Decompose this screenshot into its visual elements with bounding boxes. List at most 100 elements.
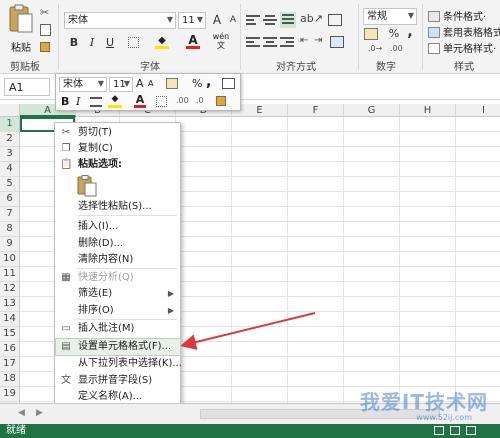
select-all-corner[interactable] — [0, 104, 20, 117]
row-header-8[interactable]: 8 — [0, 222, 20, 237]
column-header-g[interactable]: G — [344, 104, 400, 117]
decrease-decimal-icon[interactable]: .00 — [390, 44, 403, 53]
row-header-6[interactable]: 6 — [0, 192, 20, 207]
phonetic-button[interactable]: wén 文 — [212, 32, 230, 50]
separator — [240, 4, 241, 70]
cell-style-button[interactable]: 单元格样式· — [428, 40, 496, 55]
row-header-5[interactable]: 5 — [0, 177, 20, 192]
mini-decimal-icon[interactable]: .00 — [176, 96, 189, 105]
mini-format-icon[interactable] — [222, 78, 235, 89]
row-header-3[interactable]: 3 — [0, 147, 20, 162]
align-right-icon[interactable] — [280, 37, 294, 49]
view-pagebreak-icon[interactable] — [466, 426, 476, 435]
menu-item-copy[interactable]: ❐ 复制(C) — [56, 141, 180, 157]
mini-decrease-font-icon[interactable]: A — [148, 79, 153, 88]
copy-icon[interactable] — [40, 24, 51, 36]
mini-align-center-icon[interactable] — [90, 97, 102, 107]
column-header-f[interactable]: F — [288, 104, 344, 117]
borders-icon[interactable] — [128, 37, 139, 48]
menu-item-insert[interactable]: 插入(I)... — [56, 219, 180, 235]
row-header-9[interactable]: 9 — [0, 237, 20, 252]
increase-font-button[interactable]: A — [209, 12, 225, 28]
menu-item-clear-contents[interactable]: 清除内容(N) — [56, 252, 180, 268]
number-format-box[interactable]: 常规 ▼ — [363, 8, 417, 25]
row-header-10[interactable]: 10 — [0, 252, 20, 267]
row-header-12[interactable]: 12 — [0, 282, 20, 297]
row-header-1[interactable]: 1 — [0, 117, 20, 132]
mini-comma-button[interactable]: , — [206, 74, 211, 90]
mini-borders-icon[interactable] — [156, 96, 167, 107]
view-normal-icon[interactable] — [434, 426, 444, 435]
align-center-icon[interactable] — [263, 37, 277, 49]
name-box[interactable]: A1 — [4, 78, 50, 96]
underline-button[interactable]: U — [102, 35, 118, 51]
comma-button[interactable]: , — [402, 24, 418, 40]
row-header-16[interactable]: 16 — [0, 342, 20, 357]
row-header-14[interactable]: 14 — [0, 312, 20, 327]
mini-fill-color-icon[interactable]: ◆ — [108, 94, 122, 108]
paste-option-icon[interactable] — [77, 175, 97, 197]
menu-item-insert-comment[interactable]: ▭ 插入批注(M) — [56, 321, 180, 337]
menu-item-sort[interactable]: 排序(O) ▶ — [56, 303, 180, 319]
row-header-17[interactable]: 17 — [0, 357, 20, 372]
table-format-button[interactable]: 套用表格格式· — [428, 24, 500, 39]
align-left-icon[interactable] — [246, 37, 260, 49]
mini-percent-button[interactable]: % — [192, 77, 202, 90]
accounting-icon[interactable] — [364, 28, 378, 40]
bold-button[interactable]: B — [66, 35, 82, 51]
row-header-7[interactable]: 7 — [0, 207, 20, 222]
increase-indent-icon[interactable]: ⇥ — [314, 35, 322, 46]
wrap-text-icon[interactable] — [328, 14, 342, 26]
mini-format-painter-icon[interactable] — [216, 96, 226, 106]
paste-button[interactable]: 粘贴 — [6, 4, 36, 54]
row-header-2[interactable]: 2 — [0, 132, 20, 147]
view-layout-icon[interactable] — [450, 426, 460, 435]
menu-item-cut[interactable]: ✂ 剪切(T) — [56, 125, 180, 141]
column-header-i[interactable]: I — [456, 104, 500, 117]
decrease-indent-icon[interactable]: ⇤ — [300, 35, 308, 46]
menu-item-delete[interactable]: 删除(D)... — [56, 236, 180, 252]
menu-item-label: 插入批注(M) — [78, 323, 135, 334]
menu-item-show-phonetic[interactable]: 文显示拼音字段(S) — [56, 373, 180, 389]
mini-bold-button[interactable]: B — [61, 95, 69, 108]
italic-button[interactable]: I — [84, 35, 100, 51]
mini-decimal-dec-icon[interactable]: .0 — [196, 96, 204, 105]
next-sheet-icon[interactable]: ▶ — [36, 408, 43, 418]
percent-button[interactable]: % — [386, 26, 402, 42]
decrease-font-button[interactable]: A — [225, 12, 241, 28]
menu-item-filter[interactable]: 筛选(E) ▶ — [56, 286, 180, 302]
row-header-19[interactable]: 19 — [0, 387, 20, 402]
row-header-13[interactable]: 13 — [0, 297, 20, 312]
menu-item-paste-special[interactable]: 选择性粘贴(S)... — [56, 199, 180, 215]
mini-increase-font-icon[interactable]: A — [136, 77, 144, 90]
cut-icon[interactable]: ✂ — [40, 6, 49, 19]
orientation-icon[interactable]: ab↗ — [300, 12, 323, 25]
font-color-button[interactable]: A — [186, 33, 200, 49]
menu-item-pick-from-list[interactable]: 从下拉列表中选择(K)... — [56, 356, 182, 372]
font-name-box[interactable]: 宋体 ▼ — [64, 12, 176, 29]
conditional-format-button[interactable]: 条件格式· — [428, 8, 486, 23]
increase-decimal-icon[interactable]: .0→ — [368, 44, 382, 53]
menu-item-format-cells[interactable]: ▤ 设置单元格格式(F)... — [55, 338, 181, 356]
row-header-18[interactable]: 18 — [0, 372, 20, 387]
mini-font-name-box[interactable]: 宋体 ▼ — [59, 77, 107, 92]
menu-item-quick-analysis[interactable]: ▦ 快速分析(Q) — [56, 270, 180, 286]
row-header-15[interactable]: 15 — [0, 327, 20, 342]
number-format-value: 常规 — [367, 11, 387, 22]
fill-color-icon[interactable]: ◆ — [155, 35, 169, 49]
align-middle-icon[interactable] — [263, 15, 277, 27]
merge-center-icon[interactable] — [330, 36, 344, 48]
align-bottom-icon[interactable] — [280, 12, 296, 28]
format-painter-icon[interactable] — [40, 42, 50, 52]
mini-italic-button[interactable]: I — [76, 95, 80, 108]
mini-font-size-box[interactable]: 11 ▼ — [109, 77, 133, 92]
font-size-box[interactable]: 11 ▼ — [178, 12, 206, 29]
prev-sheet-icon[interactable]: ◀ — [18, 408, 25, 418]
column-header-h[interactable]: H — [400, 104, 456, 117]
menu-item-paste-options[interactable]: 📋 粘贴选项: — [56, 157, 180, 173]
row-header-11[interactable]: 11 — [0, 267, 20, 282]
align-top-icon[interactable] — [246, 15, 260, 27]
mini-font-color-button[interactable]: A — [134, 93, 146, 108]
mini-accounting-icon[interactable] — [166, 78, 178, 89]
row-header-4[interactable]: 4 — [0, 162, 20, 177]
